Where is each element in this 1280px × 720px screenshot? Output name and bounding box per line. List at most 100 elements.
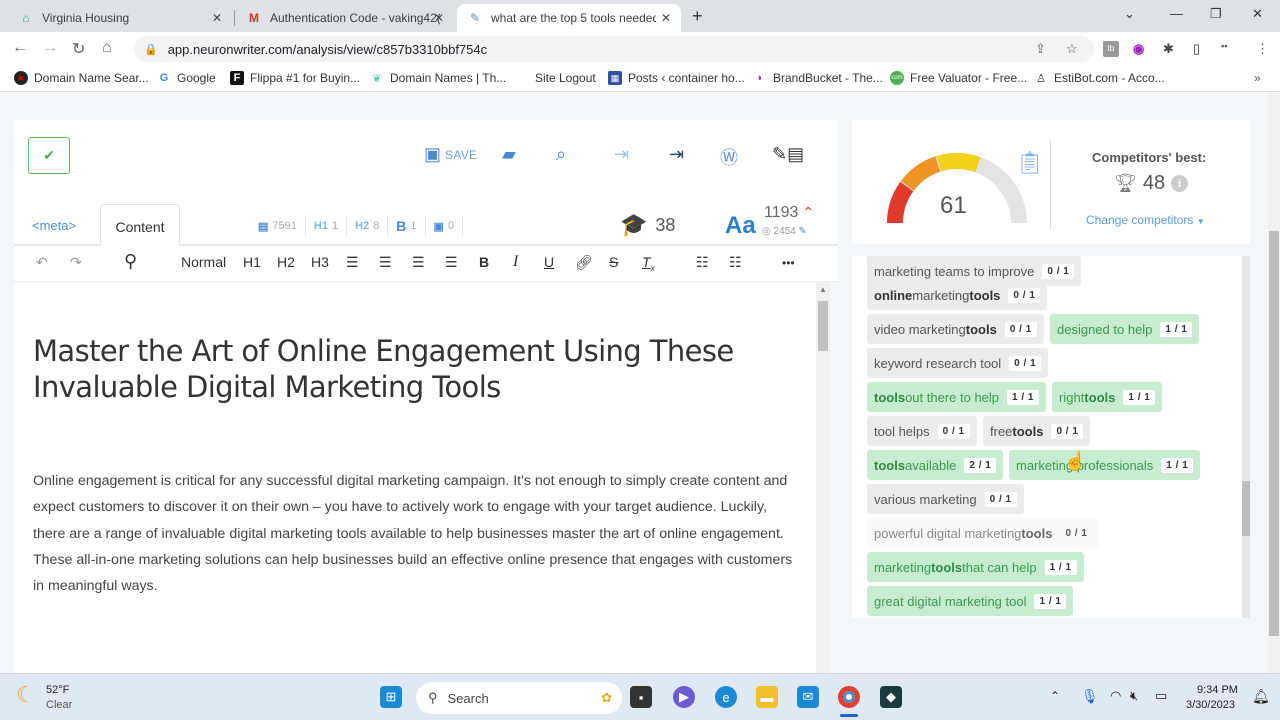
- format-select[interactable]: Normal: [181, 254, 226, 270]
- import-document-icon[interactable]: ⇥: [669, 144, 684, 165]
- battery-icon[interactable]: ▭: [1155, 688, 1167, 704]
- term-chip[interactable]: designed to help 1 / 1: [1050, 314, 1200, 344]
- align-center-icon[interactable]: ☰: [379, 254, 392, 271]
- term-chip[interactable]: right tools 1 / 1: [1052, 382, 1163, 412]
- chrome-menu-icon[interactable]: ⋮: [1256, 41, 1269, 57]
- home-icon[interactable]: ⌂: [102, 39, 112, 57]
- font-settings-icon[interactable]: Aa: [725, 212, 756, 240]
- clear-format-icon[interactable]: Tx: [642, 254, 655, 273]
- tab-neuronwriter[interactable]: ✎ what are the top 5 tools needed ✕: [457, 4, 681, 32]
- strikethrough-icon[interactable]: S: [609, 254, 618, 270]
- terms-scrollbar[interactable]: [1242, 256, 1250, 618]
- page-scrollbar[interactable]: [1268, 93, 1280, 673]
- open-folder-icon[interactable]: ▰: [502, 144, 516, 165]
- document-search-icon[interactable]: ⌕: [556, 144, 566, 165]
- align-justify-icon[interactable]: ☰: [445, 254, 458, 271]
- extensions-puzzle-icon[interactable]: ✱: [1163, 41, 1174, 57]
- bold-icon[interactable]: B: [479, 254, 489, 270]
- underline-icon[interactable]: U: [544, 254, 554, 270]
- tab-meta[interactable]: <meta>: [32, 218, 76, 233]
- new-tab-button[interactable]: +: [692, 6, 703, 27]
- term-chip[interactable]: free tools 0 / 1: [983, 416, 1091, 446]
- mark-done-button[interactable]: ✔: [28, 137, 70, 174]
- export-document-icon[interactable]: ⇥: [614, 144, 629, 165]
- change-competitors-dropdown[interactable]: Change competitors ▼: [1086, 213, 1205, 227]
- edit-icon[interactable]: ✎: [799, 226, 807, 237]
- tab-authentication-code[interactable]: M Authentication Code - vaking42( ✕: [236, 4, 454, 32]
- editor-scrollbar[interactable]: ▲: [816, 283, 830, 673]
- document-title[interactable]: Master the Art of Online Engagement Usin…: [33, 333, 793, 405]
- minimize-icon[interactable]: —: [1170, 6, 1183, 21]
- edge-icon[interactable]: e: [715, 686, 737, 708]
- document-paragraph[interactable]: Online engagement is critical for any su…: [33, 468, 803, 599]
- file-explorer-icon[interactable]: ▬: [756, 686, 778, 708]
- link-icon[interactable]: 🔗︎: [575, 254, 593, 271]
- share-icon[interactable]: ⇪: [1035, 41, 1046, 57]
- tab-virginia-housing[interactable]: ⌂ Virginia Housing ✕: [8, 4, 232, 32]
- ordered-list-icon[interactable]: ☷: [696, 254, 709, 271]
- term-chip[interactable]: tools out there to help 1 / 1: [867, 382, 1046, 412]
- term-chip[interactable]: tool helps 0 / 1: [867, 416, 977, 446]
- close-window-icon[interactable]: ✕: [1252, 6, 1263, 22]
- filmora-icon[interactable]: ◆: [880, 686, 902, 708]
- url-input[interactable]: 🔒 app.neuronwriter.com/analysis/view/c85…: [134, 36, 1094, 62]
- extension-tb-icon[interactable]: tb: [1103, 41, 1119, 57]
- term-chip[interactable]: great digital marketing tool 1 / 1: [867, 586, 1074, 616]
- scroll-up-icon[interactable]: ▲: [819, 285, 827, 294]
- clock-time[interactable]: 9:34 PM: [1197, 684, 1238, 696]
- microphone-icon[interactable]: 🎙︎: [1081, 688, 1099, 705]
- side-panel-icon[interactable]: ▯: [1193, 41, 1200, 57]
- bookmark-star-icon[interactable]: ☆: [1066, 41, 1078, 57]
- tab-content[interactable]: Content: [100, 204, 180, 248]
- term-chip[interactable]: various marketing 0 / 1: [867, 484, 1024, 514]
- info-icon[interactable]: i: [1171, 175, 1189, 192]
- chevron-up-icon[interactable]: ⌃: [802, 204, 814, 220]
- close-tab-icon[interactable]: ✕: [212, 11, 222, 25]
- weather-temp[interactable]: 52°F: [46, 684, 69, 696]
- extension-q-icon[interactable]: ◉: [1133, 41, 1144, 57]
- term-chip[interactable]: powerful digital marketing tools 0 / 1: [867, 518, 1100, 548]
- align-left-icon[interactable]: ☰: [346, 254, 359, 271]
- italic-icon[interactable]: I: [513, 253, 518, 271]
- heading3-button[interactable]: H3: [311, 254, 329, 270]
- heading1-button[interactable]: H1: [243, 254, 261, 270]
- checklist-icon[interactable]: 📋︎: [1016, 150, 1044, 176]
- term-chip[interactable]: marketing professionals 1 / 1: [1009, 450, 1201, 480]
- taskbar-search[interactable]: ⚲ Search ✿: [416, 682, 622, 714]
- task-view-icon[interactable]: ▪: [630, 686, 652, 708]
- term-chip[interactable]: marketing tools that can help 1 / 1: [867, 552, 1084, 582]
- editor-scroll-thumb[interactable]: [818, 301, 828, 351]
- page-scroll-thumb[interactable]: [1269, 231, 1279, 636]
- bullet-list-icon[interactable]: ☷: [729, 254, 742, 271]
- terms-scroll-thumb[interactable]: [1242, 481, 1250, 536]
- wifi-icon[interactable]: ◠: [1110, 688, 1121, 704]
- bookmark-item[interactable]: Site Logout: [535, 71, 596, 85]
- save-button[interactable]: ▣ SAVE: [424, 144, 477, 165]
- bookmark-item[interactable]: ● Domain Name Sear...: [14, 71, 149, 85]
- mail-icon[interactable]: ✉: [797, 686, 819, 708]
- bookmark-item[interactable]: ▦ Posts ‹ container ho...: [608, 71, 745, 85]
- chrome-icon[interactable]: [838, 686, 860, 708]
- tab-search-icon[interactable]: ⌄: [1124, 6, 1135, 22]
- redo-icon[interactable]: ↷: [70, 254, 82, 271]
- back-icon[interactable]: ←: [12, 39, 28, 57]
- clock-date[interactable]: 3/30/2023: [1186, 699, 1235, 711]
- search-icon[interactable]: ⚲: [124, 251, 137, 272]
- wordpress-icon[interactable]: Ⓦ: [720, 144, 738, 170]
- bookmark-item[interactable]: G Google: [157, 71, 216, 85]
- undo-icon[interactable]: ↶: [36, 254, 48, 271]
- forward-icon[interactable]: →: [42, 39, 58, 57]
- align-right-icon[interactable]: ☰: [412, 254, 425, 271]
- profile-icon[interactable]: ▪▪: [1221, 41, 1227, 51]
- magic-wand-icon[interactable]: ✎▤: [772, 144, 804, 165]
- heading2-button[interactable]: H2: [277, 254, 295, 270]
- notifications-icon[interactable]: 🔔︎: [1252, 688, 1270, 705]
- windows-start-icon[interactable]: ⊞: [380, 686, 402, 708]
- editor-content[interactable]: Master the Art of Online Engagement Usin…: [14, 283, 816, 673]
- close-tab-icon[interactable]: ✕: [434, 11, 444, 25]
- term-chip[interactable]: keyword research tool 0 / 1: [867, 348, 1049, 378]
- reload-icon[interactable]: ↻: [72, 39, 85, 59]
- bookmark-item[interactable]: ❦ Domain Names | Th...: [370, 71, 506, 85]
- show-hidden-icons[interactable]: ⌃: [1050, 689, 1060, 703]
- close-tab-icon[interactable]: ✕: [661, 11, 671, 25]
